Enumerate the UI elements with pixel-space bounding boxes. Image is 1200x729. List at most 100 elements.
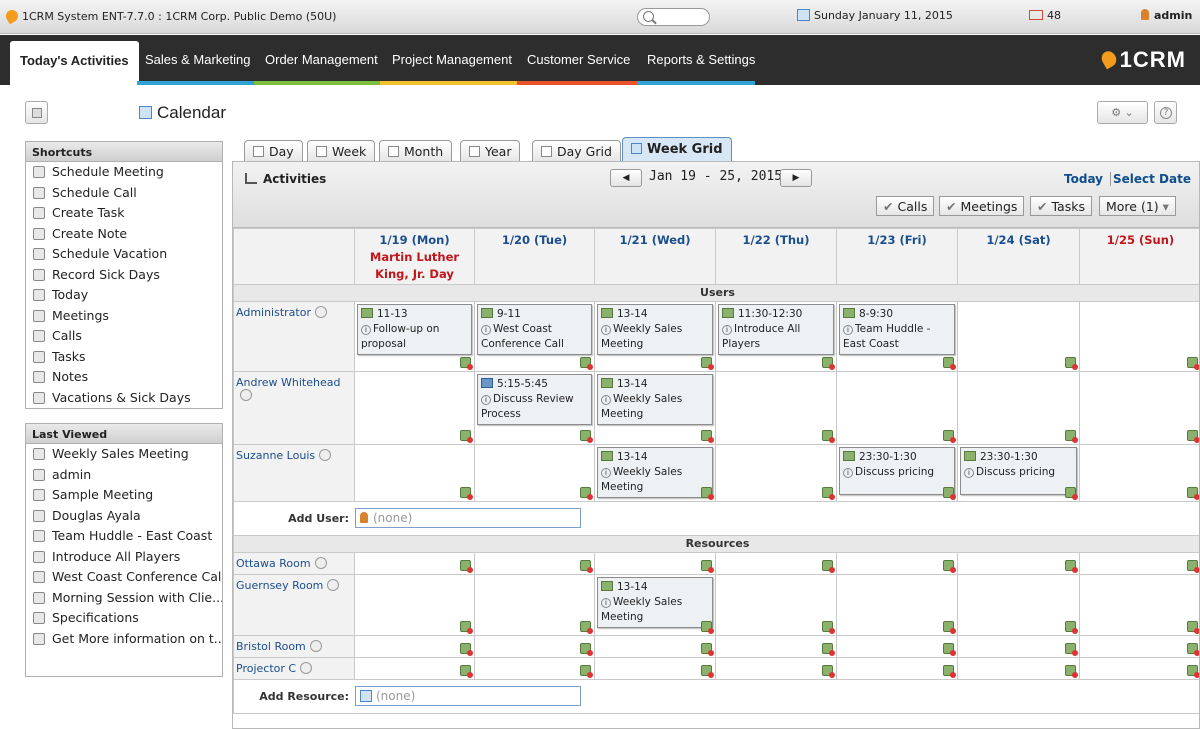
row-owner[interactable]: Andrew Whitehead	[233, 371, 355, 445]
day-cell[interactable]	[474, 444, 595, 502]
add-user-input[interactable]: (none)	[355, 508, 581, 528]
day-cell[interactable]	[957, 657, 1080, 680]
day-cell[interactable]	[474, 635, 595, 658]
add-event-icon[interactable]	[1065, 560, 1078, 573]
filter-calls[interactable]: ✔ Calls	[876, 196, 935, 216]
prev-week-button[interactable]: ◀	[610, 169, 642, 187]
last-viewed-item[interactable]: Team Huddle - East Coast	[26, 526, 222, 547]
add-event-icon[interactable]	[1187, 487, 1199, 500]
add-event-icon[interactable]	[460, 665, 473, 678]
add-event-icon[interactable]	[1065, 643, 1078, 656]
day-cell[interactable]	[715, 444, 837, 502]
add-event-icon[interactable]	[580, 560, 593, 573]
event-card[interactable]: 13-14 i Weekly Sales Meeting	[597, 447, 713, 498]
tab-customer-service[interactable]: Customer Service	[527, 52, 630, 67]
day-cell[interactable]	[354, 444, 475, 502]
shortcuts-item[interactable]: Today	[26, 285, 222, 306]
day-cell[interactable]	[474, 552, 595, 575]
last-viewed-item[interactable]: Get More information on t...	[26, 629, 222, 650]
add-event-icon[interactable]	[701, 621, 714, 634]
day-header[interactable]: 1/24 (Sat)	[957, 228, 1080, 285]
add-event-icon[interactable]	[1187, 665, 1199, 678]
shortcuts-item[interactable]: Record Sick Days	[26, 265, 222, 286]
day-cell[interactable]	[1079, 635, 1199, 658]
info-icon[interactable]: i	[601, 598, 611, 608]
add-event-icon[interactable]	[1065, 665, 1078, 678]
shortcuts-item[interactable]: Schedule Meeting	[26, 162, 222, 183]
add-event-icon[interactable]	[701, 357, 714, 370]
day-cell[interactable]	[354, 635, 475, 658]
row-owner[interactable]: Projector C	[233, 657, 355, 680]
day-cell[interactable]	[715, 657, 837, 680]
filter-tasks[interactable]: ✔ Tasks	[1030, 196, 1092, 216]
current-date[interactable]: Sunday January 11, 2015	[797, 9, 953, 22]
remove-circle-icon[interactable]	[309, 640, 322, 652]
day-cell[interactable]: 13-14 i Weekly Sales Meeting	[594, 371, 716, 445]
user-menu[interactable]: admin	[1141, 9, 1192, 22]
day-cell[interactable]	[836, 574, 958, 636]
day-cell[interactable]	[836, 657, 958, 680]
tab-project-management[interactable]: Project Management	[392, 52, 512, 67]
day-cell[interactable]	[594, 552, 716, 575]
add-event-icon[interactable]	[1065, 430, 1078, 443]
day-cell[interactable]	[354, 657, 475, 680]
today-link[interactable]: Today	[1064, 172, 1103, 186]
day-cell[interactable]: 13-14 i Weekly Sales Meeting	[594, 574, 716, 636]
add-event-icon[interactable]	[460, 643, 473, 656]
shortcuts-item[interactable]: Create Note	[26, 224, 222, 245]
day-cell[interactable]: 11:30-12:30 i Introduce All Players	[715, 301, 837, 372]
day-cell[interactable]	[354, 574, 475, 636]
add-event-icon[interactable]	[943, 665, 956, 678]
last-viewed-item[interactable]: Douglas Ayala	[26, 506, 222, 527]
info-icon[interactable]: i	[361, 325, 371, 335]
add-event-icon[interactable]	[822, 665, 835, 678]
day-cell[interactable]	[836, 552, 958, 575]
shortcuts-item[interactable]: Calls	[26, 326, 222, 347]
add-event-icon[interactable]	[943, 643, 956, 656]
add-event-icon[interactable]	[580, 643, 593, 656]
tab-day-grid[interactable]: Day Grid	[532, 140, 621, 161]
add-event-icon[interactable]	[1187, 560, 1199, 573]
add-event-icon[interactable]	[943, 621, 956, 634]
day-header[interactable]: 1/22 (Thu)	[715, 228, 837, 285]
info-icon[interactable]: i	[964, 468, 974, 478]
day-cell[interactable]	[836, 371, 958, 445]
event-card[interactable]: 9-11 i West Coast Conference Call	[477, 304, 592, 355]
add-event-icon[interactable]	[822, 430, 835, 443]
day-cell[interactable]: 23:30-1:30 i Discuss pricing	[957, 444, 1080, 502]
add-event-icon[interactable]	[701, 430, 714, 443]
info-icon[interactable]: i	[601, 468, 611, 478]
shortcuts-item[interactable]: Notes	[26, 367, 222, 388]
row-owner[interactable]: Administrator	[233, 301, 355, 372]
tab-week-grid[interactable]: Week Grid	[622, 137, 732, 161]
add-event-icon[interactable]	[460, 621, 473, 634]
event-card[interactable]: 11-13 i Follow-up on proposal	[357, 304, 472, 355]
row-owner[interactable]: Suzanne Louis	[233, 444, 355, 502]
day-cell[interactable]	[1079, 657, 1199, 680]
day-cell[interactable]: 13-14 i Weekly Sales Meeting	[594, 301, 716, 372]
remove-circle-icon[interactable]	[315, 306, 327, 318]
event-card[interactable]: 23:30-1:30 i Discuss pricing	[839, 447, 955, 495]
add-event-icon[interactable]	[822, 357, 835, 370]
search-input[interactable]	[637, 8, 710, 26]
add-event-icon[interactable]	[1065, 487, 1078, 500]
shortcuts-item[interactable]: Create Task	[26, 203, 222, 224]
event-card[interactable]: 13-14 i Weekly Sales Meeting	[597, 304, 713, 355]
add-event-icon[interactable]	[943, 430, 956, 443]
add-event-icon[interactable]	[822, 643, 835, 656]
info-icon[interactable]: i	[601, 395, 611, 405]
tab-year[interactable]: Year	[460, 140, 521, 161]
settings-menu-button[interactable]: ⚙ ⌄	[1097, 101, 1148, 124]
day-cell[interactable]	[1079, 552, 1199, 575]
day-cell[interactable]: 13-14 i Weekly Sales Meeting	[594, 444, 716, 502]
add-event-icon[interactable]	[943, 357, 956, 370]
last-viewed-item[interactable]: Sample Meeting	[26, 485, 222, 506]
add-event-icon[interactable]	[822, 560, 835, 573]
add-event-icon[interactable]	[1187, 621, 1199, 634]
row-owner[interactable]: Guernsey Room	[233, 574, 355, 636]
last-viewed-item[interactable]: Specifications	[26, 608, 222, 629]
add-event-icon[interactable]	[701, 665, 714, 678]
add-event-icon[interactable]	[580, 357, 593, 370]
event-card[interactable]: 8-9:30 i Team Huddle - East Coast	[839, 304, 955, 355]
filter-more-dropdown[interactable]: More (1) ▾	[1099, 196, 1176, 216]
